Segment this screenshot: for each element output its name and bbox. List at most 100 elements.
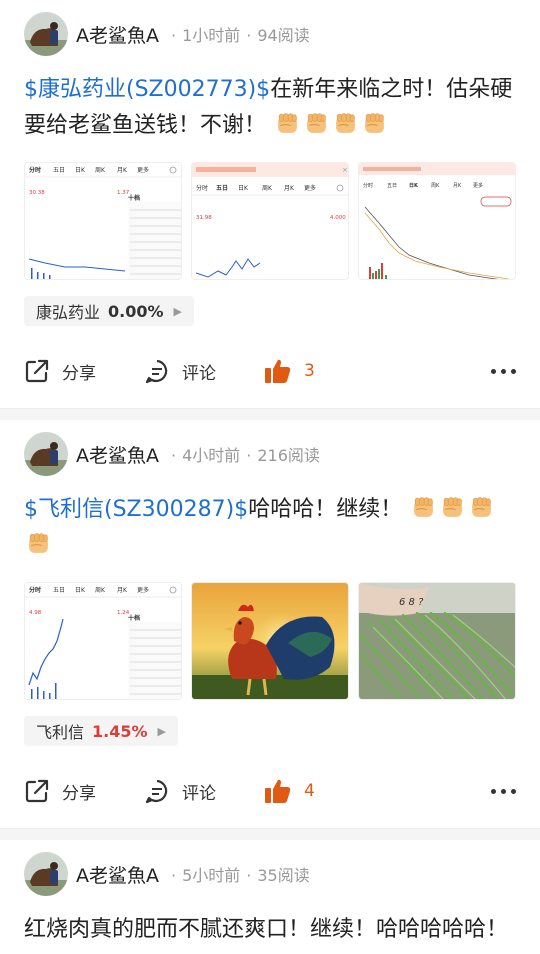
feed: A老鲨魚A · 1小时前 · 94阅读 $康弘药业(SZ002773)$在新年来临之时… [0,0,540,954]
chart-price: 4.98 [29,610,42,616]
share-button[interactable]: 分享 [24,358,96,384]
chart-tab: 月K [284,185,295,192]
thumbs-up-icon [265,359,291,383]
fist-emoji-icon [362,111,387,136]
post-card[interactable]: A老鲨魚A · 1小时前 · 94阅读 $康弘药业(SZ002773)$在新年来临之时… [0,0,540,408]
chart-panel-head: 十档 [128,614,140,622]
chart-tab: 分时 [29,166,41,174]
fist-emoji-icon [469,495,494,520]
author-row: A老鲨魚A · 1小时前 · 94阅读 [24,0,516,68]
share-label: 分享 [62,363,96,384]
stock-chart-image[interactable]: × 分时 五日 日K 周K 月K 更多 31.98 4.000 [191,162,349,280]
post-card[interactable]: A老鲨魚A · 5小时前 · 35阅读 红烧肉真的肥而不腻还爽口！继续！哈哈哈哈哈！ [0,840,540,954]
image-grid: 分时 五日 日K 周K 月K 更多 30.38 1.37 十档 × 分时 五日 … [24,162,516,280]
stock-chart-image[interactable]: 分时 五日 日K 周K 月K 更多 30.38 1.37 十档 [24,162,182,280]
share-button[interactable]: 分享 [24,778,96,804]
avatar[interactable] [24,12,68,56]
chart-tab: 五日 [216,185,228,192]
stock-name: 飞利信 [36,723,85,742]
post-time: 4小时前 [182,446,241,465]
chart-tab: 更多 [304,184,316,192]
like-count: 3 [304,361,315,381]
comment-icon [145,779,168,804]
chart-tab: 五日 [53,167,65,174]
fist-emoji-icon [26,531,51,556]
comment-icon [145,359,168,384]
chart-tab: 更多 [473,182,483,189]
chart-tab: 分时 [29,586,41,594]
fist-emoji-icon [411,495,436,520]
divider [0,408,540,420]
stock-chart-image[interactable]: 分时 五日 日K 周K 月K 更多 4.98 1.24 十档 [24,582,182,700]
like-button[interactable]: 4 [264,778,315,804]
comment-button[interactable]: 评论 [144,358,216,384]
chart-tab: 日K [75,167,86,174]
post-reads: 94阅读 [257,26,310,45]
like-count: 4 [304,781,315,801]
chart-tab: 更多 [137,166,149,174]
svg-text:×: × [342,166,348,174]
fist-emoji-icon [275,111,300,136]
share-label: 分享 [62,783,96,804]
chart-tab: 五日 [387,183,397,189]
more-dots-icon[interactable] [491,788,516,794]
post-text[interactable]: $康弘药业(SZ002773)$在新年来临之时！估朵硬要给老鲨鱼送钱！不谢！ [24,72,516,144]
author-name[interactable]: A老鲨魚A [76,861,159,888]
post-body: 哈哈哈！继续！ [248,497,403,522]
avatar[interactable] [24,432,68,476]
chart-tab: 日K [409,182,419,189]
chart-tab: 周K [95,167,106,174]
post-body: 红烧肉真的肥而不腻还爽口！继续！哈哈哈哈哈！ [24,917,509,942]
chevron-right-icon: ▶ [157,724,166,738]
rooster-image[interactable] [191,582,349,700]
fist-emoji-icon [440,495,465,520]
post-card[interactable]: A老鲨魚A · 4小时前 · 216阅读 $飞利信(SZ300287)$哈哈哈！继续！… [0,420,540,828]
chart-tab: 周K [431,183,440,189]
author-name[interactable]: A老鲨魚A [76,21,159,48]
stock-quote-chip[interactable]: 飞利信 1.45% ▶ [24,716,178,746]
image-grid: 分时 五日 日K 周K 月K 更多 4.98 1.24 十档 6 8 ? [24,582,516,700]
avatar[interactable] [24,852,68,896]
post-meta: · 4小时前 · 216阅读 [171,446,320,465]
stock-change: 0.00% [108,301,164,321]
more-dots-icon[interactable] [491,368,516,374]
share-icon [25,779,49,803]
divider [0,828,540,840]
post-reads: 216阅读 [257,446,320,465]
action-bar: 分享 评论 4 [24,754,516,828]
post-reads: 35阅读 [257,866,310,885]
author-row: A老鲨魚A · 5小时前 · 35阅读 [24,840,516,908]
chart-tab: 更多 [137,586,149,594]
comment-label: 评论 [182,363,216,384]
stock-name: 康弘药业 [36,303,101,322]
stock-tag-link[interactable]: $康弘药业(SZ002773)$ [24,77,270,102]
post-text[interactable]: 红烧肉真的肥而不腻还爽口！继续！哈哈哈哈哈！ [24,912,516,948]
chart-tab: 分时 [363,182,373,189]
share-icon [25,359,49,383]
post-meta: · 5小时前 · 35阅读 [171,866,310,885]
chart-price: 31.98 [196,215,212,221]
stock-change: 1.45% [92,721,148,741]
like-button[interactable]: 3 [264,358,315,384]
comment-label: 评论 [182,783,216,804]
chart-tab: 月K [453,183,462,189]
chart-tab: 周K [262,185,273,192]
chart-tab: 日K [238,185,249,192]
author-name[interactable]: A老鲨魚A [76,441,159,468]
comment-button[interactable]: 评论 [144,778,216,804]
fist-emoji-icon [333,111,358,136]
chart-tab: 五日 [53,587,65,594]
vegetable-image[interactable]: 6 8 ? [358,582,516,700]
fist-emoji-icon [304,111,329,136]
chart-price: 30.38 [29,190,45,196]
stock-chart-image[interactable]: 分时 五日 日K 周K 月K 更多 [358,162,516,280]
chart-tab: 分时 [196,184,208,192]
chart-tab: 周K [95,587,106,594]
stock-tag-link[interactable]: $飞利信(SZ300287)$ [24,497,248,522]
thumbs-up-icon [265,779,291,803]
post-text[interactable]: $飞利信(SZ300287)$哈哈哈！继续！ [24,492,516,564]
chart-tab: 日K [75,587,86,594]
post-time: 1小时前 [182,26,241,45]
stock-quote-chip[interactable]: 康弘药业 0.00% ▶ [24,296,194,326]
action-bar: 分享 评论 3 [24,334,516,408]
